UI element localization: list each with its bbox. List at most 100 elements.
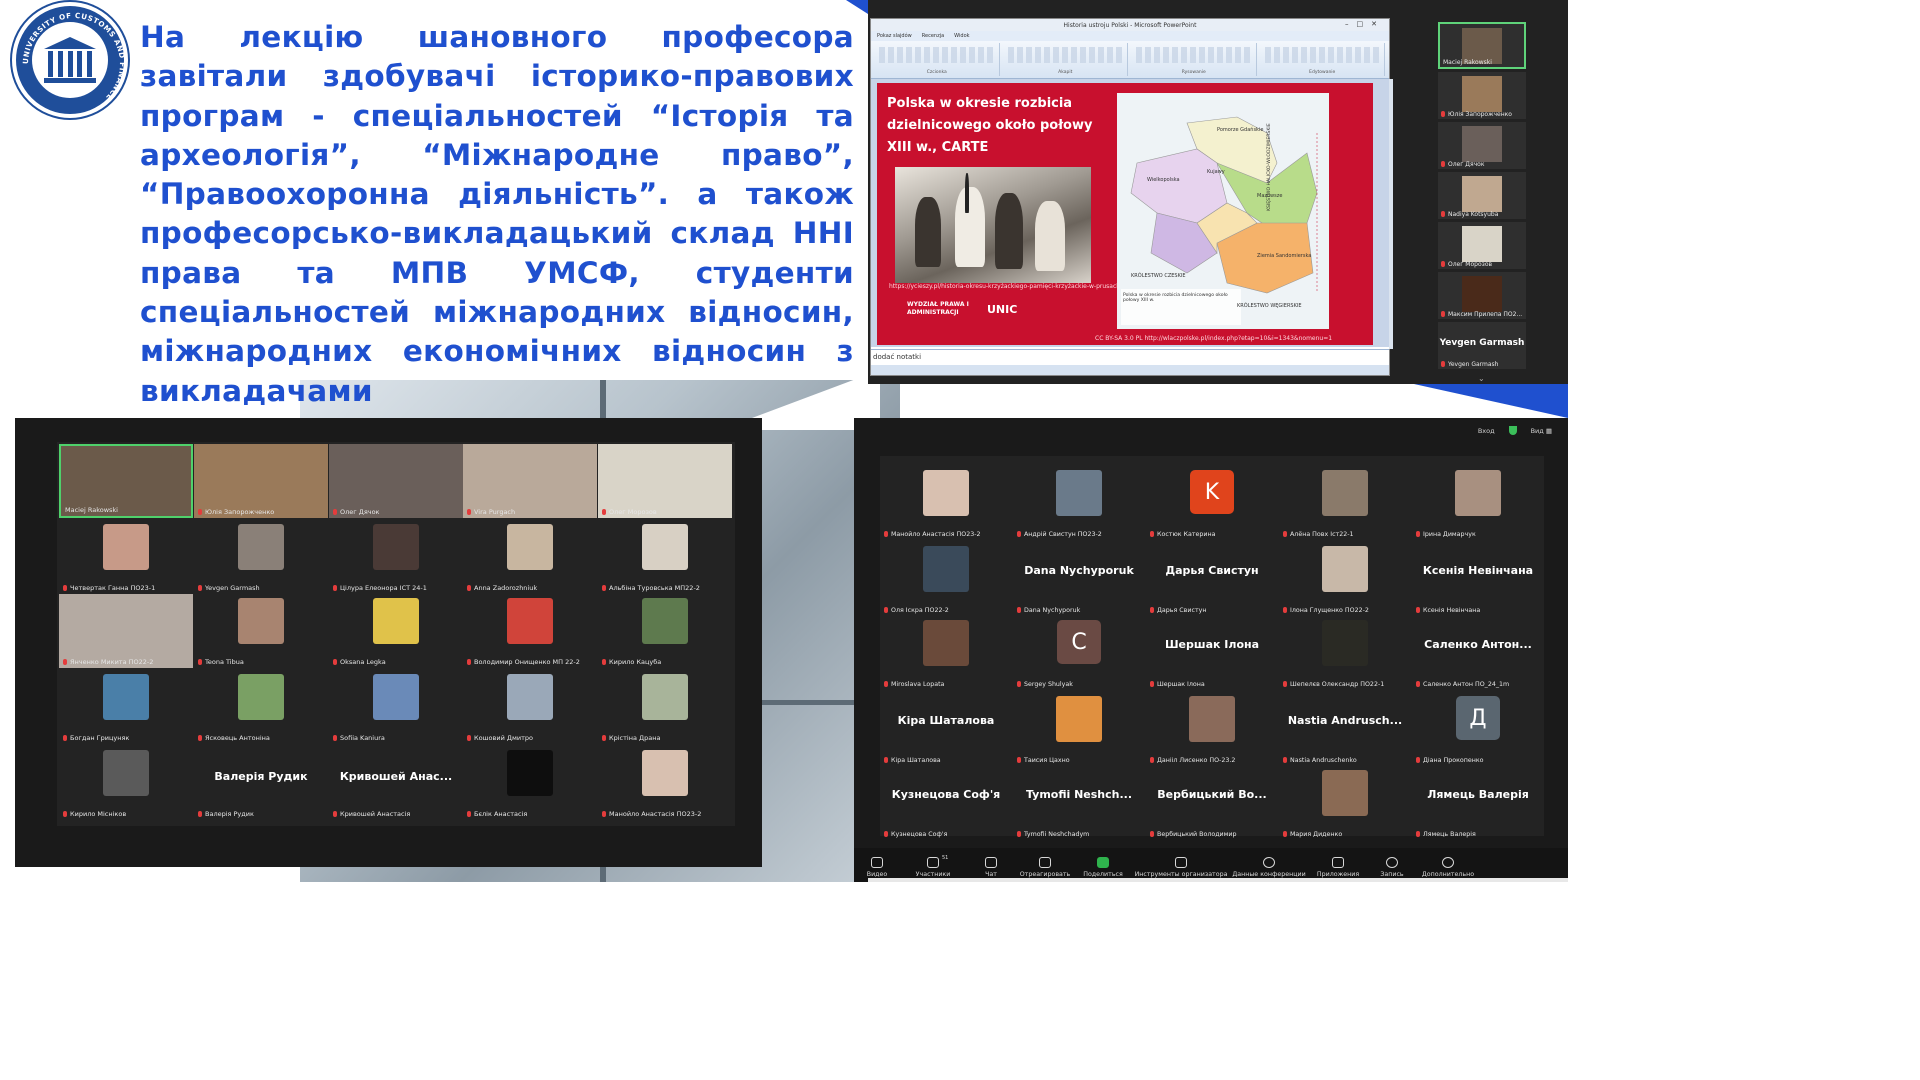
view-button[interactable]: Вид ▦ (1531, 427, 1552, 435)
toolbar-label: Данные конференции (1232, 871, 1306, 878)
toolbar-button[interactable]: 51 Участники (904, 855, 962, 878)
participant-tile[interactable]: Альбіна Туровська МП22-2 (598, 520, 732, 594)
participant-tile[interactable]: Данііл Лисенко ПО-23.2 (1146, 692, 1278, 766)
participant-name: Шепелєв Олександр ПО22-1 (1283, 681, 1384, 688)
participant-tile[interactable]: Sofiia Kaniura (329, 670, 463, 744)
participant-tile[interactable]: Кривошей Анас... Кривошей Анастасія (329, 746, 463, 820)
participant-tile[interactable]: Олег Дячок (1438, 122, 1526, 169)
participant-tile[interactable]: Олег Морозов (1438, 222, 1526, 269)
notes-pane[interactable]: dodać notatki (871, 349, 1389, 365)
participant-tile[interactable]: Алёна Повх Іст22-1 (1279, 466, 1411, 540)
vertical-scrollbar[interactable] (1389, 79, 1393, 349)
ribbon-group[interactable]: Rysowanie (1132, 43, 1257, 76)
toolbar-button[interactable]: Инструменты организатора (1135, 857, 1227, 878)
participant-tile[interactable]: K Костюк Катерина (1146, 466, 1278, 540)
participant-tile[interactable]: Oksana Legka (329, 594, 463, 668)
participant-tile[interactable]: Yevgen Garmash (194, 520, 328, 594)
video-button[interactable]: Видео (860, 857, 894, 878)
participant-tile[interactable]: C Sergey Shulyak (1013, 616, 1145, 690)
participant-tile[interactable]: Андрій Свистун ПО23-2 (1013, 466, 1145, 540)
participant-tile[interactable]: Саленко Антон... Саленко Антон ПО_24_1m (1412, 616, 1544, 690)
ribbon-group[interactable]: Akapit (1004, 43, 1128, 76)
participant-tile[interactable]: Юлія Запорожченко (194, 444, 328, 518)
ribbon-group[interactable]: Czcionka (875, 43, 1000, 76)
participant-name: Максим Прилепа ПО2... (1441, 311, 1522, 318)
muted-mic-icon (198, 811, 202, 817)
participant-tile[interactable]: Кирило Місніков (59, 746, 193, 820)
participant-tile[interactable]: Кузнецова Соф'я Кузнецова Соф'я (880, 766, 1012, 840)
participant-tile[interactable]: Ясковець Антоніна (194, 670, 328, 744)
map-label: KRÓLESTWO WĘGIERSKIE (1237, 303, 1302, 309)
toolbar-button[interactable]: Чат (972, 857, 1010, 878)
participant-tile[interactable]: Д Діана Прокопенко (1412, 692, 1544, 766)
map-legend-title: Polska w okresie rozbicia dzielnicowego … (1123, 293, 1228, 303)
participant-tile[interactable]: Teona Tibua (194, 594, 328, 668)
participant-tile[interactable]: Anna Zadorozhniuk (463, 520, 597, 594)
muted-mic-icon (1150, 607, 1154, 613)
participant-tile[interactable]: Miroslava Lopata (880, 616, 1012, 690)
status-bar (871, 365, 1389, 375)
security-shield-icon[interactable] (1508, 426, 1517, 435)
participant-tile[interactable]: Володимир Онищенко МП 22-2 (463, 594, 597, 668)
participant-tile[interactable]: Шершак Ілона Шершак Ілона (1146, 616, 1278, 690)
map-label: KRÓLESTWO CZESKIE (1131, 273, 1186, 279)
toolbar-button[interactable]: Данные конференции (1232, 857, 1306, 878)
participant-tile[interactable]: Манойло Анастасія ПО23-2 (880, 466, 1012, 540)
participant-display-name: Валерія Рудик (214, 770, 308, 783)
toolbar-button[interactable]: Отреагировать (1020, 857, 1070, 878)
participant-tile[interactable]: Олег Морозов (598, 444, 732, 518)
participant-tile[interactable]: Vira Purgach (463, 444, 597, 518)
muted-mic-icon (1017, 681, 1021, 687)
participant-tile[interactable]: Олег Дячок (329, 444, 463, 518)
participant-tile[interactable]: Tymofii Neshch... Tymofii Neshchadym (1013, 766, 1145, 840)
participant-tile[interactable]: Ілона Глущенко ПО22-2 (1279, 542, 1411, 616)
participant-tile[interactable]: Yevgen Garmash Yevgen Garmash (1438, 322, 1526, 369)
ribbon-tab[interactable]: Pokaz slajdów (877, 33, 912, 39)
participant-tile[interactable]: Крістіна Драна (598, 670, 732, 744)
toolbar-button[interactable]: Запись (1374, 857, 1410, 878)
ribbon-group[interactable]: Edytowanie (1261, 43, 1385, 76)
participant-tile[interactable]: Оля Іскра ПО22-2 (880, 542, 1012, 616)
participant-tile[interactable]: Бєлік Анастасія (463, 746, 597, 820)
participants-icon: 51 (927, 855, 948, 868)
toolbar-button[interactable]: Приложения (1312, 857, 1364, 878)
ribbon-tab[interactable]: Widok (954, 33, 969, 39)
muted-mic-icon (1441, 211, 1445, 217)
participant-tile[interactable]: Таисия Цахно (1013, 692, 1145, 766)
participant-tile[interactable]: Юлія Запорожченко (1438, 72, 1526, 119)
participant-tile[interactable]: Янченко Микита ПО22-2 (59, 594, 193, 668)
participant-tile[interactable]: Дарья Свистун Дарья Свистун (1146, 542, 1278, 616)
window-controls[interactable]: –□✕ (1345, 20, 1385, 28)
participant-tile[interactable]: Шепелєв Олександр ПО22-1 (1279, 616, 1411, 690)
participant-tile[interactable]: Maciej Rakowski (1438, 22, 1526, 69)
participant-tile[interactable]: Dana Nychyporuk Dana Nychyporuk (1013, 542, 1145, 616)
participant-tile[interactable]: Nadiya Kotsyuba (1438, 172, 1526, 219)
participant-tile[interactable]: Кіра Шаталова Кіра Шаталова (880, 692, 1012, 766)
chevron-down-icon[interactable]: ⌄ (1478, 374, 1485, 383)
participant-tile[interactable]: Кошовий Дмитро (463, 670, 597, 744)
chat-icon (985, 857, 997, 868)
participant-tile[interactable]: Ксенія Невінчана Ксенія Невінчана (1412, 542, 1544, 616)
participant-tile[interactable]: Nastia Andrusch... Nastia Andruschenko (1279, 692, 1411, 766)
participant-name: Oksana Legka (333, 658, 386, 666)
muted-mic-icon (1416, 831, 1420, 837)
participant-tile[interactable]: Валерія Рудик Валерія Рудик (194, 746, 328, 820)
participant-tile[interactable]: Ірина Димарчук (1412, 466, 1544, 540)
participant-tile[interactable]: Четвертак Ганна ПО23-1 (59, 520, 193, 594)
participant-video (642, 674, 688, 720)
exit-label[interactable]: Вход (1478, 427, 1495, 435)
participant-tile[interactable]: Максим Прилепа ПО2... (1438, 272, 1526, 319)
participant-tile[interactable]: Богдан Грицуняк (59, 670, 193, 744)
participant-tile[interactable]: Манойло Анастасія ПО23-2 (598, 746, 732, 820)
participant-tile[interactable]: Maciej Rakowski (59, 444, 193, 518)
participant-tile[interactable]: Мария Диденко (1279, 766, 1411, 840)
participant-tile[interactable]: Кирило Кацуба (598, 594, 732, 668)
muted-mic-icon (884, 757, 888, 763)
ribbon-tab[interactable]: Recenzja (922, 33, 944, 39)
participant-tile[interactable]: Лямець Валерія Лямець Валерія (1412, 766, 1544, 840)
participant-tile[interactable]: Цілура Елеонора ІСТ 24-1 (329, 520, 463, 594)
toolbar-button[interactable]: Поделиться (1080, 857, 1126, 878)
participant-name: Саленко Антон ПО_24_1m (1416, 681, 1509, 688)
toolbar-button[interactable]: Дополнительно (1420, 857, 1476, 878)
participant-tile[interactable]: Вербицький Во... Вербицький Володимир (1146, 766, 1278, 840)
